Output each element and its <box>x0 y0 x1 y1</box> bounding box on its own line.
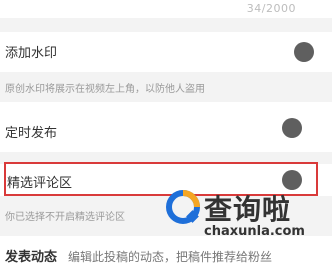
description-char-counter: 34/2000 <box>246 2 296 15</box>
chaxunla-logo-domain: chaxunla.com <box>204 224 305 239</box>
publish-dynamic-desc: 编辑此投稿的动态，把稿件推荐给粉丝 <box>68 250 273 264</box>
scheduled-publish-toggle[interactable] <box>282 118 302 138</box>
section-divider <box>0 18 332 32</box>
watermark-hint-band: 原创水印将展示在视频左上角，以防他人盗用 <box>0 72 332 102</box>
setting-row-watermark[interactable]: 添加水印 <box>0 32 332 72</box>
publish-dynamic-label: 发表动态 <box>5 250 58 265</box>
watermark-label: 添加水印 <box>5 46 58 61</box>
chaxunla-logo-icon <box>166 190 200 224</box>
watermark-toggle[interactable] <box>294 42 314 62</box>
featured-comments-hint: 你已选择不开启精选评论区 <box>5 212 125 223</box>
watermark-hint: 原创水印将展示在视频左上角，以防他人盗用 <box>5 84 205 95</box>
chaxunla-logo-text: 查询啦 <box>204 193 292 226</box>
scheduled-publish-label: 定时发布 <box>5 126 58 141</box>
upload-settings-screen: 34/2000 添加水印 原创水印将展示在视频左上角，以防他人盗用 定时发布 精… <box>0 0 332 271</box>
chaxunla-watermark-logo: 查询啦 chaxunla.com <box>164 186 332 246</box>
setting-row-scheduled-publish[interactable]: 定时发布 <box>0 102 332 152</box>
